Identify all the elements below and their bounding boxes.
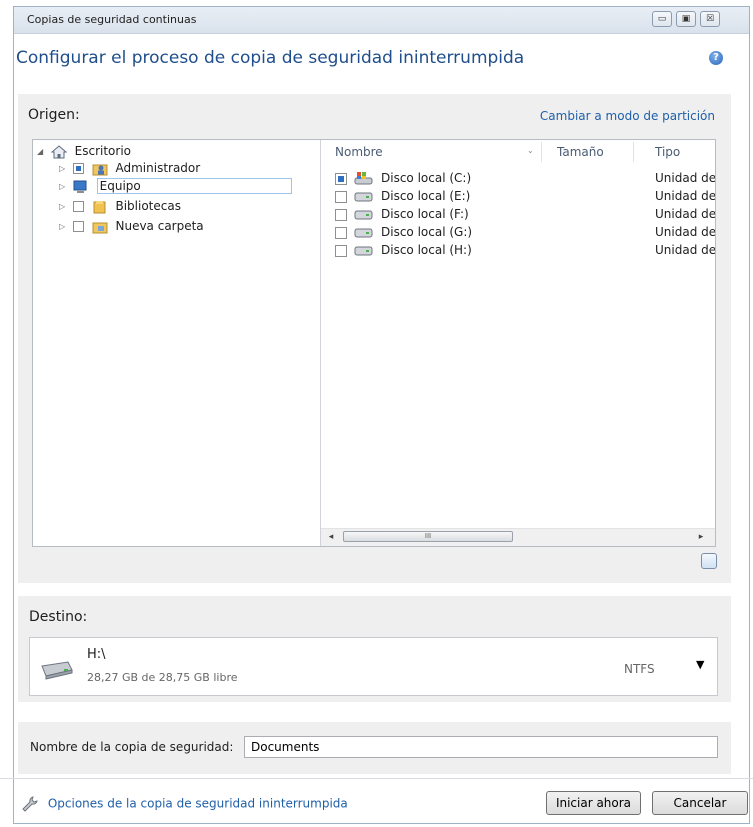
tree-item-equipo[interactable]: ▷ Equipo: [59, 178, 292, 197]
window-title: Copias de seguridad continuas: [27, 13, 197, 26]
expand-arrow-icon[interactable]: ▷: [59, 182, 69, 191]
origin-label: Origen:: [28, 107, 80, 123]
drive-name: Disco local (F:): [381, 207, 469, 221]
backup-name-label: Nombre de la copia de seguridad:: [30, 740, 234, 754]
drive-type: Unidad de: [655, 225, 715, 239]
destination-filesystem: NTFS: [624, 662, 655, 676]
collapse-arrow-icon[interactable]: ◢: [37, 147, 47, 156]
drive-type: Unidad de: [655, 243, 715, 257]
tree-item-bibliotecas[interactable]: ▷ Bibliotecas: [59, 199, 181, 217]
tree-item-administrador[interactable]: ▷ Administrador: [59, 161, 200, 179]
start-now-button[interactable]: Iniciar ahora: [546, 791, 641, 815]
drive-name: Disco local (H:): [381, 243, 472, 257]
folder-tree: ◢ Escritorio ▷ Administrador ▷ Equipo ▷ …: [33, 140, 321, 546]
destination-selector[interactable]: H:\ 28,27 GB de 28,75 GB libre NTFS ▼: [29, 637, 718, 696]
checkbox[interactable]: [335, 191, 347, 203]
computer-icon: [73, 180, 87, 193]
drive-type: Unidad de: [655, 207, 715, 221]
drive-row-g[interactable]: Disco local (G:) Unidad de: [335, 224, 715, 242]
column-header-name[interactable]: Nombre: [335, 145, 383, 169]
options-link-label[interactable]: Opciones de la copia de seguridad ininte…: [48, 797, 348, 811]
maximize-button[interactable]: ▣: [676, 11, 696, 27]
library-folder-icon: [93, 200, 106, 213]
horizontal-scrollbar[interactable]: ◂ III ▸: [321, 528, 715, 546]
footer-divider: [0, 778, 753, 779]
tree-item-nueva-carpeta[interactable]: ▷ Nueva carpeta: [59, 219, 204, 237]
drive-list: Nombre ⌄ Tamaño Tipo Disco local (C:) Un…: [321, 140, 715, 546]
file-browser: ◢ Escritorio ▷ Administrador ▷ Equipo ▷ …: [32, 139, 716, 547]
tree-item-label: Nueva carpeta: [115, 219, 204, 233]
folder-icon: [92, 222, 108, 233]
expand-arrow-icon[interactable]: ▷: [59, 222, 69, 231]
backup-name-panel: Nombre de la copia de seguridad:: [18, 722, 731, 774]
drive-name: Disco local (C:): [381, 171, 472, 185]
tree-item-escritorio[interactable]: ◢ Escritorio: [37, 144, 131, 162]
switch-to-partition-mode-link[interactable]: Cambiar a modo de partición: [540, 109, 715, 123]
drive-name: Disco local (E:): [381, 189, 471, 203]
system-drive-icon: [354, 172, 373, 185]
tree-item-label: Escritorio: [74, 144, 132, 158]
destination-free-space: 28,27 GB de 28,75 GB libre: [87, 671, 238, 684]
drive-row-e[interactable]: Disco local (E:) Unidad de: [335, 188, 715, 206]
tree-item-label: Equipo: [96, 178, 292, 194]
drive-icon: [354, 228, 373, 238]
page-title: Configurar el proceso de copia de seguri…: [16, 48, 525, 68]
hard-drive-icon: [41, 661, 73, 680]
drive-icon: [354, 192, 373, 202]
tree-item-label: Administrador: [115, 161, 201, 175]
backup-name-input[interactable]: [244, 736, 718, 758]
close-button[interactable]: ☒: [700, 11, 720, 27]
desktop-icon: [50, 144, 67, 158]
drive-row-f[interactable]: Disco local (F:) Unidad de: [335, 206, 715, 224]
checkbox[interactable]: [335, 173, 347, 185]
drive-icon: [354, 210, 373, 220]
expand-arrow-icon[interactable]: ▷: [59, 202, 69, 211]
destination-panel: Destino: H:\ 28,27 GB de 28,75 GB libre …: [18, 596, 731, 702]
checkbox[interactable]: [335, 227, 347, 239]
destination-label: Destino:: [29, 609, 88, 625]
options-square-button[interactable]: [701, 553, 717, 569]
title-bar[interactable]: Copias de seguridad continuas ▭ ▣ ☒: [14, 7, 749, 34]
checkbox[interactable]: [72, 221, 84, 232]
checkbox[interactable]: [72, 163, 84, 174]
drive-icon: [354, 246, 373, 256]
tree-item-label: Bibliotecas: [115, 199, 181, 213]
column-separator[interactable]: [633, 142, 634, 162]
scroll-left-icon[interactable]: ◂: [325, 531, 337, 543]
minimize-button[interactable]: ▭: [652, 11, 672, 27]
dropdown-arrow-icon[interactable]: ▼: [696, 658, 704, 671]
expand-arrow-icon[interactable]: ▷: [59, 164, 69, 173]
wrench-icon: [22, 796, 38, 812]
checkbox[interactable]: [335, 209, 347, 221]
checkbox[interactable]: [335, 245, 347, 257]
drive-row-h[interactable]: Disco local (H:) Unidad de: [335, 242, 715, 260]
drive-row-c[interactable]: Disco local (C:) Unidad de: [335, 170, 715, 188]
checkbox[interactable]: [72, 201, 84, 212]
origin-panel: Origen: Cambiar a modo de partición ◢ Es…: [18, 94, 731, 583]
user-folder-icon: [92, 164, 108, 175]
sort-arrow-icon: ⌄: [527, 146, 534, 155]
column-header-type[interactable]: Tipo: [655, 145, 680, 169]
drive-type: Unidad de: [655, 189, 715, 203]
backup-options-link[interactable]: Opciones de la copia de seguridad ininte…: [22, 796, 348, 812]
column-header-size[interactable]: Tamaño: [557, 145, 604, 169]
cancel-button[interactable]: Cancelar: [652, 791, 748, 815]
drive-name: Disco local (G:): [381, 225, 473, 239]
column-separator[interactable]: [541, 142, 542, 162]
scroll-right-icon[interactable]: ▸: [695, 531, 707, 543]
help-icon[interactable]: ?: [709, 51, 723, 65]
drive-type: Unidad de: [655, 171, 715, 185]
scroll-thumb[interactable]: III: [343, 531, 513, 542]
destination-drive: H:\: [87, 647, 106, 662]
